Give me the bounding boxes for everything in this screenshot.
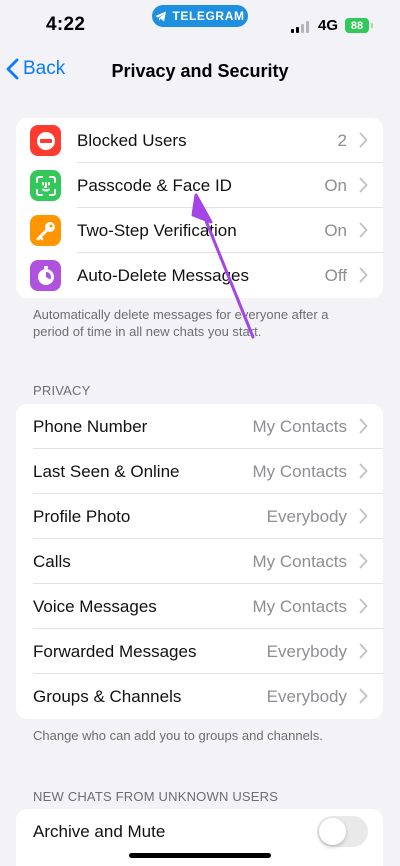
groups-channels-label: Groups & Channels (33, 686, 182, 706)
profile-photo-row[interactable]: Profile Photo Everybody (16, 494, 383, 539)
chevron-right-icon (359, 177, 368, 193)
face-id-icon (30, 170, 61, 201)
unknown-users-section-header: NEW CHATS FROM UNKNOWN USERS (33, 789, 279, 804)
privacy-section-header: PRIVACY (33, 383, 91, 398)
last-seen-online-value: My Contacts (252, 461, 347, 481)
two-step-verification-row[interactable]: Two-Step Verification On (16, 208, 383, 253)
telegram-return-pill[interactable]: TELEGRAM (152, 5, 248, 27)
network-type: 4G (318, 17, 339, 34)
passcode-face-id-value: On (324, 175, 347, 195)
archive-and-mute-toggle[interactable] (317, 816, 368, 847)
calls-label: Calls (33, 551, 71, 571)
chevron-right-icon (359, 463, 368, 479)
chevron-right-icon (359, 132, 368, 148)
page-title: Privacy and Security (111, 61, 289, 81)
phone-number-row[interactable]: Phone Number My Contacts (16, 404, 383, 449)
forwarded-messages-row[interactable]: Forwarded Messages Everybody (16, 629, 383, 674)
voice-messages-row[interactable]: Voice Messages My Contacts (16, 584, 383, 629)
passcode-face-id-label: Passcode & Face ID (77, 175, 232, 195)
calls-value: My Contacts (252, 551, 347, 571)
chevron-right-icon (359, 598, 368, 614)
forwarded-messages-value: Everybody (266, 641, 347, 661)
chevron-right-icon (359, 418, 368, 434)
security-card: Blocked Users 2 Passcode & Face ID On Tw… (16, 118, 383, 298)
phone-number-label: Phone Number (33, 416, 148, 436)
chevron-right-icon (359, 553, 368, 569)
voice-messages-value: My Contacts (252, 596, 347, 616)
calls-row[interactable]: Calls My Contacts (16, 539, 383, 584)
auto-delete-messages-row[interactable]: Auto-Delete Messages Off (16, 253, 383, 298)
last-seen-online-label: Last Seen & Online (33, 461, 180, 481)
chevron-right-icon (359, 643, 368, 659)
chevron-right-icon (359, 222, 368, 238)
archive-and-mute-label: Archive and Mute (33, 821, 166, 841)
home-indicator (129, 853, 271, 858)
voice-messages-label: Voice Messages (33, 596, 157, 616)
battery-icon: 88 (345, 18, 369, 33)
blocked-users-label: Blocked Users (77, 130, 187, 150)
status-time: 4:22 (46, 14, 86, 35)
profile-photo-label: Profile Photo (33, 506, 131, 526)
privacy-card: Phone Number My Contacts Last Seen & Onl… (16, 404, 383, 719)
two-step-verification-value: On (324, 220, 347, 240)
key-icon (30, 215, 61, 246)
auto-delete-messages-label: Auto-Delete Messages (77, 265, 249, 285)
chevron-right-icon (359, 688, 368, 704)
auto-delete-footnote: Automatically delete messages for everyo… (33, 307, 329, 339)
archive-and-mute-row: Archive and Mute (16, 809, 383, 854)
battery-tip (371, 23, 373, 28)
telegram-plane-icon (155, 11, 167, 21)
last-seen-online-row[interactable]: Last Seen & Online My Contacts (16, 449, 383, 494)
battery-level: 88 (350, 19, 364, 32)
timer-icon (30, 260, 61, 291)
cellular-signal-icon (291, 21, 309, 33)
toggle-knob (319, 818, 346, 845)
blocked-users-count: 2 (337, 130, 347, 150)
groups-channels-value: Everybody (266, 686, 347, 706)
chevron-right-icon (359, 508, 368, 524)
groups-footnote: Change who can add you to groups and cha… (33, 728, 323, 743)
chevron-right-icon (359, 267, 368, 283)
status-bar: 4:22 TELEGRAM 4G 88 (0, 0, 400, 44)
blocked-users-row[interactable]: Blocked Users 2 (16, 118, 383, 163)
passcode-face-id-row[interactable]: Passcode & Face ID On (16, 163, 383, 208)
profile-photo-value: Everybody (266, 506, 347, 526)
navigation-bar: Back Privacy and Security (0, 44, 400, 98)
groups-channels-row[interactable]: Groups & Channels Everybody (16, 674, 383, 719)
phone-number-value: My Contacts (252, 416, 347, 436)
telegram-pill-label: TELEGRAM (172, 9, 245, 23)
blocked-icon (30, 125, 61, 156)
auto-delete-messages-value: Off (324, 265, 347, 285)
two-step-verification-label: Two-Step Verification (77, 220, 237, 240)
forwarded-messages-label: Forwarded Messages (33, 641, 197, 661)
